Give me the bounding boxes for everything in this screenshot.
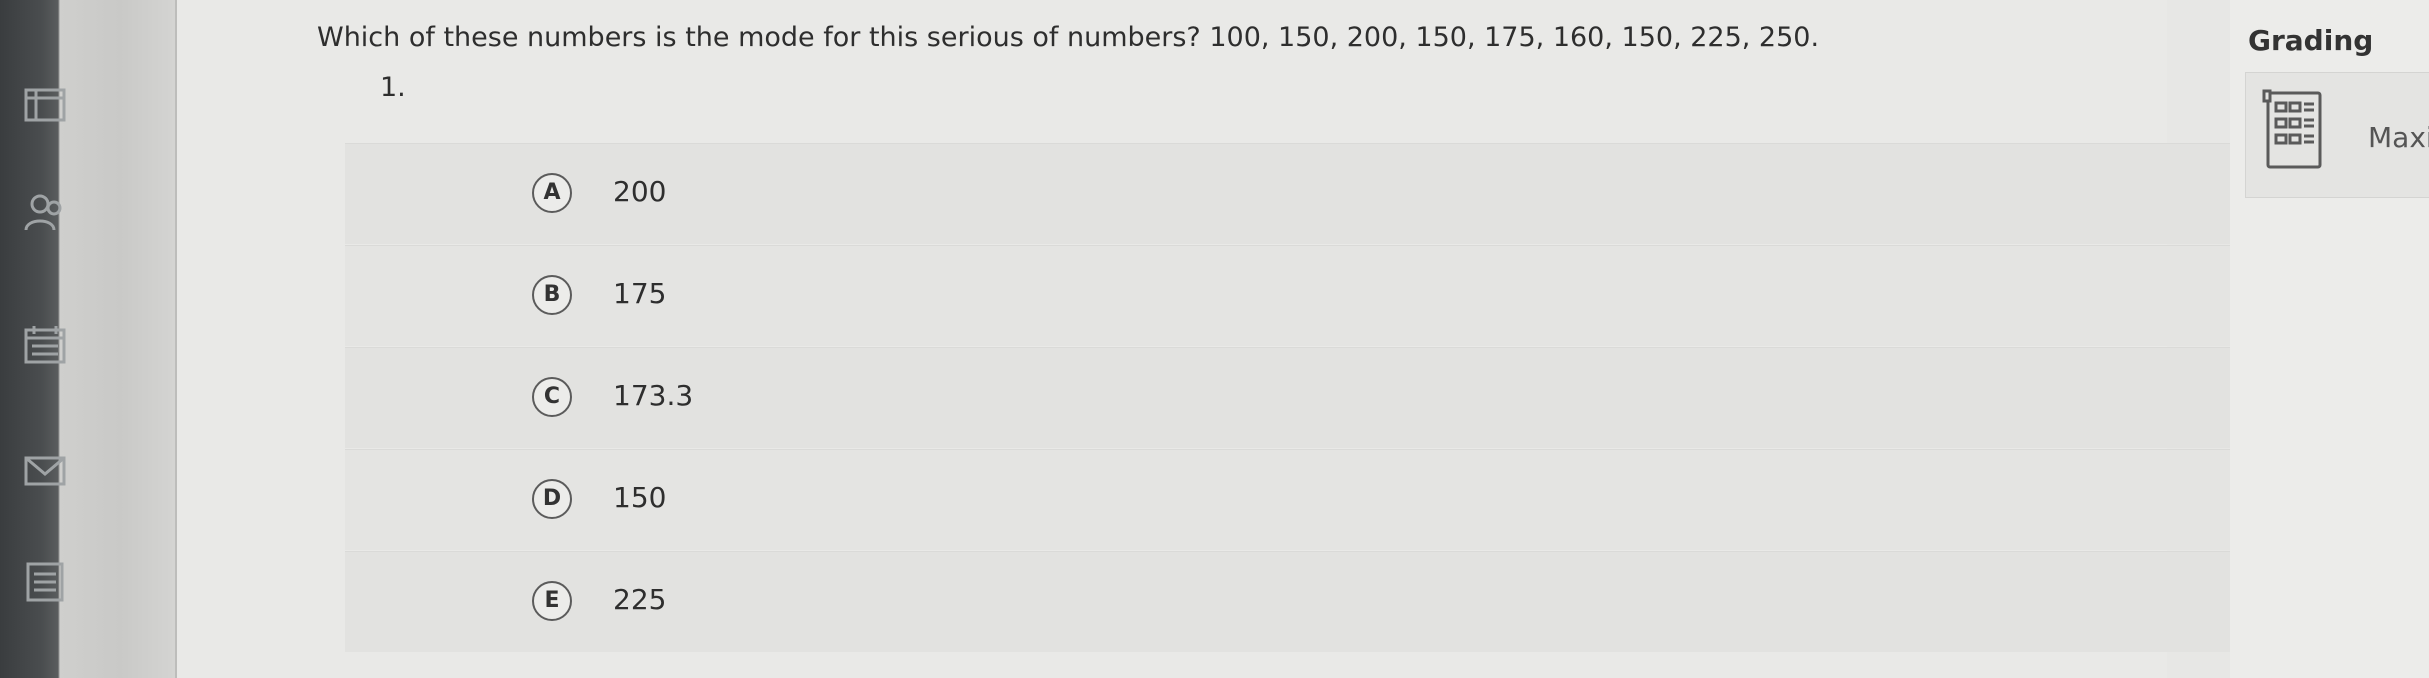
option-e[interactable]: E 225 <box>345 551 2295 652</box>
option-value: 225 <box>613 583 667 616</box>
option-letter: A <box>532 173 572 213</box>
notes-icon[interactable] <box>22 558 68 604</box>
option-value: 173.3 <box>613 379 694 412</box>
option-b[interactable]: B 175 <box>345 245 2295 346</box>
sidebar <box>0 0 177 678</box>
grading-title: Grading <box>2248 24 2374 57</box>
grading-panel: Grading Maxi <box>2230 0 2429 678</box>
option-value: 175 <box>613 277 667 310</box>
answer-options: A 200 B 175 C 173.3 D 150 E 225 <box>345 143 2295 653</box>
calculator-icon <box>2262 89 2326 171</box>
option-letter: E <box>532 581 572 621</box>
question-panel: Which of these numbers is the mode for t… <box>177 0 2295 678</box>
option-letter: C <box>532 377 572 417</box>
people-icon[interactable] <box>22 190 68 236</box>
grading-card[interactable]: Maxi <box>2245 72 2429 198</box>
grading-card-label: Maxi <box>2368 121 2429 154</box>
option-a[interactable]: A 200 <box>345 143 2295 244</box>
question-number: 1. <box>380 72 406 103</box>
question-text: Which of these numbers is the mode for t… <box>317 22 1820 53</box>
option-letter: D <box>532 479 572 519</box>
option-value: 200 <box>613 175 667 208</box>
calendar-icon[interactable] <box>22 322 68 368</box>
toolbar-icon[interactable] <box>22 82 68 128</box>
option-c[interactable]: C 173.3 <box>345 347 2295 448</box>
option-letter: B <box>532 275 572 315</box>
mail-icon[interactable] <box>22 448 68 494</box>
option-d[interactable]: D 150 <box>345 449 2295 550</box>
option-value: 150 <box>613 481 667 514</box>
